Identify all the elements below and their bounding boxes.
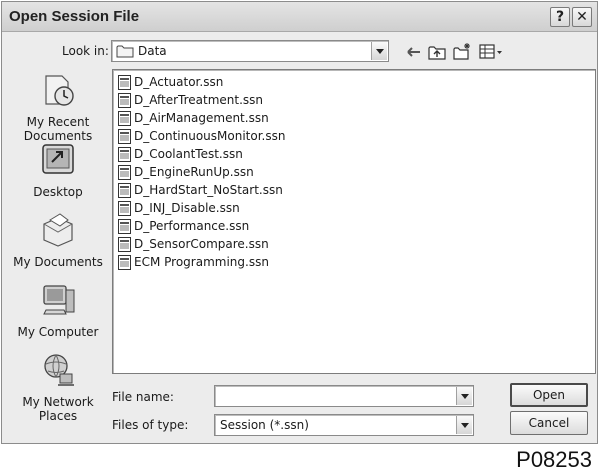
recent-documents-icon [45,75,74,106]
file-list[interactable]: D_Actuator.ssn D_AfterTreatment.ssn D_Ai… [112,69,596,374]
network-places-icon [44,354,74,386]
session-file-icon [118,219,131,234]
open-session-dialog: Open Session File ? ✕ Look in: Data My R… [1,1,598,444]
file-type-label: Files of type: [112,418,189,432]
place-label: My Network Places [22,395,94,423]
session-file-icon [118,75,131,90]
file-name: D_HardStart_NoStart.ssn [134,183,283,197]
place-desktop[interactable]: Desktop [8,140,108,199]
cancel-button[interactable]: Cancel [510,411,588,435]
place-label: Desktop [33,185,83,199]
chevron-down-icon[interactable] [371,42,387,60]
look-in-dropdown[interactable]: Data [111,40,389,62]
place-my-recent-documents[interactable]: My Recent Documents [8,70,108,143]
file-name-label: File name: [112,390,174,404]
desktop-icon [42,144,74,174]
session-file-icon [118,183,131,198]
file-name-input[interactable] [214,385,474,407]
session-file-icon [118,165,131,180]
session-file-icon [118,201,131,216]
file-name: D_CoolantTest.ssn [134,147,243,161]
view-menu-icon[interactable] [478,42,504,62]
file-name: ECM Programming.ssn [134,255,269,269]
place-label: My Computer [17,325,99,339]
help-button[interactable]: ? [550,7,570,27]
place-my-computer[interactable]: My Computer [8,280,108,339]
session-file-icon [118,93,131,108]
file-name: D_ContinuousMonitor.ssn [134,129,286,143]
file-name: D_Performance.ssn [134,219,250,233]
file-name: D_SensorCompare.ssn [134,237,269,251]
session-file-icon [118,111,131,126]
file-name: D_EngineRunUp.ssn [134,165,254,179]
back-arrow-icon[interactable] [404,42,424,62]
up-one-level-icon[interactable] [427,42,447,62]
place-my-documents[interactable]: My Documents [8,210,108,269]
file-name: D_INJ_Disable.ssn [134,201,240,215]
open-button[interactable]: Open [510,383,588,407]
file-name: D_AirManagement.ssn [134,111,269,125]
folder-icon [116,45,134,58]
place-label: My Recent Documents [23,115,93,143]
my-documents-icon [43,213,73,247]
title-bar[interactable]: Open Session File ? ✕ [2,2,597,32]
new-folder-icon[interactable] [452,42,472,62]
place-label: My Documents [13,255,103,269]
figure-code: P08253 [516,447,592,472]
chevron-down-icon[interactable] [456,387,472,405]
look-in-label: Look in: [62,44,109,58]
file-type-value: Session (*.ssn) [220,418,309,432]
dialog-title: Open Session File [9,8,140,25]
places-bar: My Recent Documents Desktop My Documents [8,68,108,444]
look-in-value: Data [138,44,167,58]
file-type-dropdown[interactable]: Session (*.ssn) [214,414,474,436]
close-button[interactable]: ✕ [572,7,592,27]
session-file-icon [118,237,131,252]
session-file-icon [118,255,131,270]
place-my-network-places[interactable]: My Network Places [8,350,108,423]
file-name: D_AfterTreatment.ssn [134,93,264,107]
session-file-icon [118,147,131,162]
session-file-icon [118,129,131,144]
my-computer-icon [43,285,75,315]
file-name: D_Actuator.ssn [134,75,224,89]
chevron-down-icon[interactable] [456,416,472,434]
